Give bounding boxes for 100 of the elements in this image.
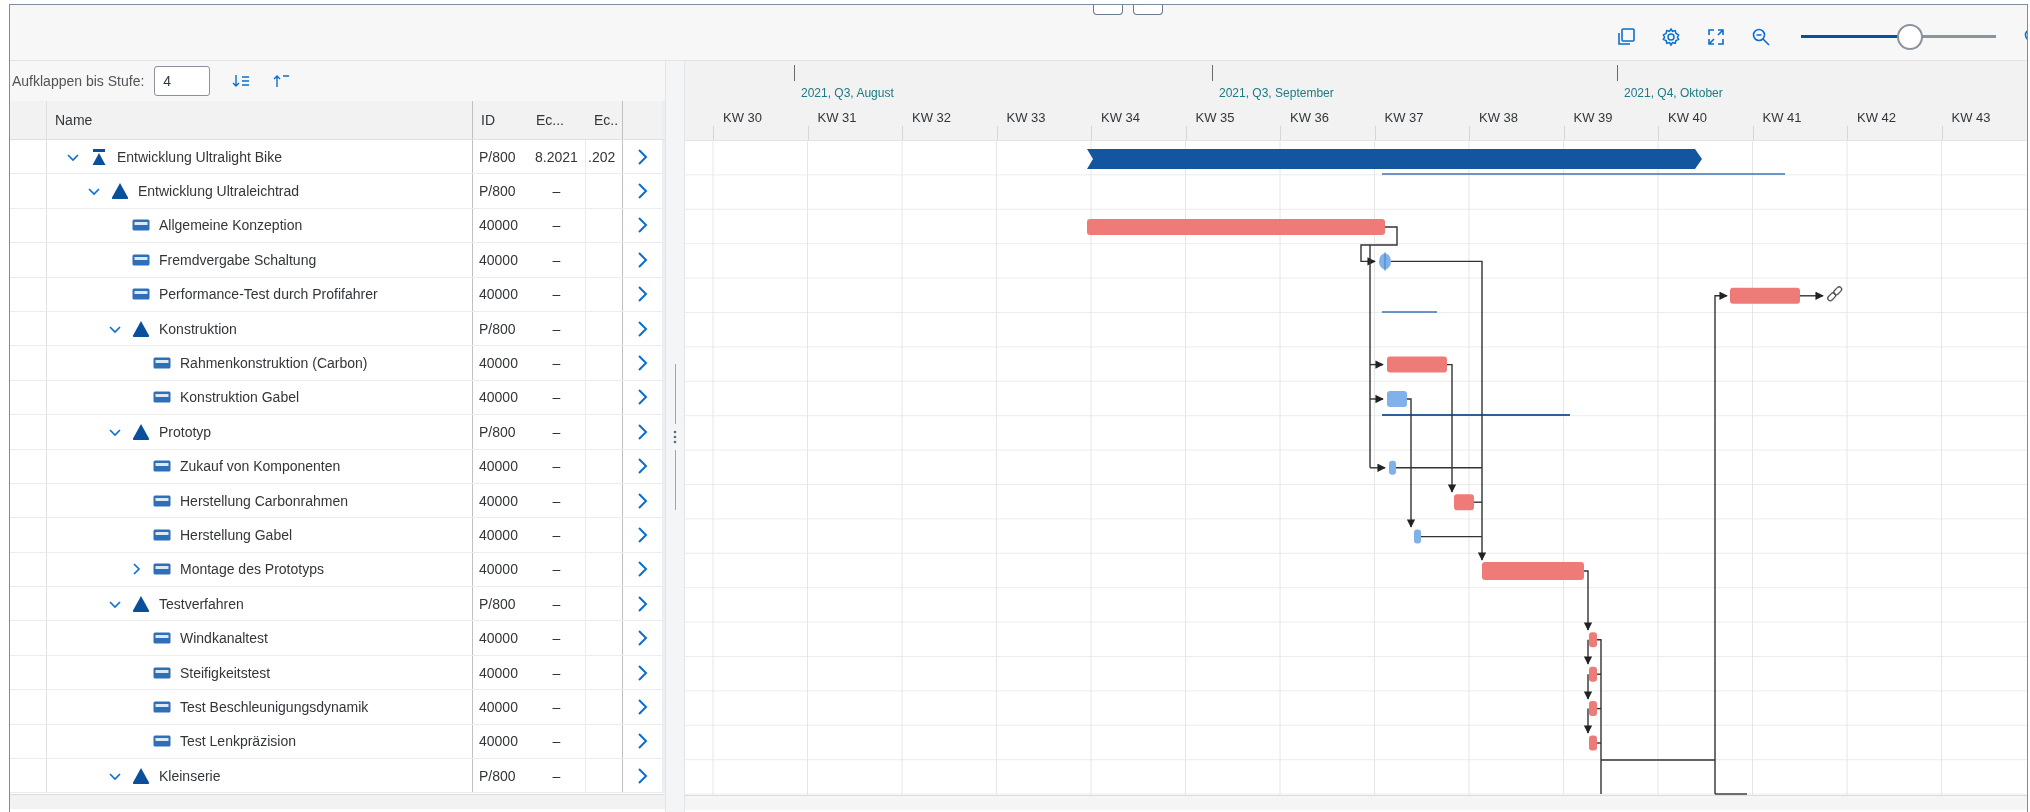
expand-level-input[interactable]: 4 (154, 66, 211, 96)
table-cell: 40000 (479, 492, 518, 509)
table-cell: – (552, 561, 561, 578)
navigate-icon[interactable] (636, 147, 649, 166)
table-cell: – (552, 698, 561, 715)
navigate-icon[interactable] (636, 182, 649, 201)
navigate-icon[interactable] (636, 663, 649, 682)
task-name: Steifigkeitstest (180, 664, 271, 681)
week-label: KW 30 (723, 110, 762, 125)
table-cell: 8.2021 (535, 148, 578, 165)
navigate-icon[interactable] (636, 732, 649, 751)
slider-handle[interactable] (1897, 23, 1924, 50)
settings-icon[interactable] (1661, 26, 1681, 47)
table-cell: – (552, 492, 561, 509)
panel-handle-button[interactable] (1133, 5, 1163, 15)
task-name: Fremdvergabe Schaltung (159, 251, 317, 268)
task-bar[interactable] (1589, 701, 1597, 717)
week-label: KW 43 (1951, 110, 1991, 125)
table-cell: – (552, 630, 561, 647)
table-cell: 40000 (479, 561, 518, 578)
month-label: 2021, Q3, August (801, 86, 894, 100)
expand-all-icon[interactable] (232, 73, 251, 89)
navigate-icon[interactable] (636, 354, 649, 373)
column-header[interactable]: ID (472, 101, 528, 139)
task-name: Windkanaltest (180, 630, 268, 647)
navigate-icon[interactable] (636, 422, 649, 441)
navigate-icon[interactable] (636, 766, 649, 785)
baseline-line (1381, 311, 1438, 313)
task-name: Herstellung Carbonrahmen (180, 492, 349, 509)
navigate-icon[interactable] (636, 491, 649, 510)
task-name: Entwicklung Ultralight Bike (117, 148, 282, 165)
table-cell: – (552, 251, 561, 268)
week-label: KW 31 (817, 110, 857, 125)
table-cell: – (552, 767, 561, 784)
column-header[interactable]: Ec... (528, 101, 586, 139)
horizontal-scrollbar[interactable] (10, 794, 665, 809)
link-icon[interactable] (1826, 285, 1844, 303)
week-label: KW 32 (912, 110, 951, 125)
navigate-icon[interactable] (636, 319, 649, 338)
horizontal-scrollbar[interactable] (685, 795, 2027, 810)
fullscreen-icon[interactable] (1706, 26, 1726, 47)
table-cell: – (552, 664, 561, 681)
table-cell: P/800 (479, 320, 516, 337)
navigate-icon[interactable] (636, 560, 649, 579)
table-cell: 40000 (479, 527, 518, 543)
zoom-out-icon[interactable] (1751, 26, 1771, 47)
navigate-icon[interactable] (636, 457, 649, 476)
table-cell: 40000 (479, 355, 518, 372)
table-cell: 40000 (479, 664, 518, 681)
week-label: KW 41 (1762, 110, 1802, 125)
week-label: KW 40 (1668, 110, 1707, 125)
table-cell: – (552, 320, 561, 337)
table-cell: – (552, 389, 561, 406)
chevron-down-icon[interactable] (88, 185, 100, 198)
task-bar[interactable] (1589, 632, 1597, 648)
navigate-icon[interactable] (636, 697, 649, 716)
task-name: Performance-Test durch Profifahrer (159, 286, 378, 303)
table-cell: – (552, 423, 561, 440)
table-cell: 40000 (479, 630, 518, 647)
column-header[interactable]: Ec.. (586, 101, 623, 139)
task-name: Rahmenkonstruktion (Carbon) (180, 355, 368, 372)
navigate-icon[interactable] (636, 594, 649, 613)
week-label: KW 39 (1573, 110, 1613, 125)
panel-handle-button[interactable] (1093, 5, 1123, 15)
week-label: KW 42 (1857, 110, 1896, 125)
task-name: Entwicklung Ultraleichtrad (138, 183, 300, 200)
week-label: KW 33 (1006, 110, 1046, 125)
table-cell: – (552, 183, 561, 200)
task-name: Test Beschleunigungsdynamik (180, 698, 369, 715)
task-name: Montage des Prototyps (180, 561, 324, 578)
table-cell: 40000 (479, 286, 518, 303)
table-cell: – (552, 355, 561, 372)
milestone-marker[interactable] (1379, 251, 1391, 271)
table-cell: .202 (588, 148, 616, 165)
week-label: KW 34 (1101, 110, 1140, 125)
splitter-grip-icon[interactable] (673, 429, 677, 444)
zoom-slider[interactable] (1801, 22, 1996, 51)
navigate-icon[interactable] (636, 216, 649, 235)
navigate-icon[interactable] (636, 629, 649, 648)
navigate-icon[interactable] (636, 388, 649, 407)
copy-icon[interactable] (1616, 26, 1636, 47)
table-cell: P/800 (479, 183, 516, 200)
table-cell: P/800 (479, 595, 516, 612)
month-label: 2021, Q3, September (1219, 86, 1334, 100)
column-header[interactable]: Name (47, 101, 472, 139)
chevron-right-icon[interactable] (130, 563, 142, 576)
table-cell: – (552, 733, 561, 750)
table-cell: 40000 (479, 458, 518, 475)
navigate-icon[interactable] (636, 250, 649, 269)
task-bar[interactable] (1589, 735, 1597, 751)
table-cell: – (552, 286, 561, 303)
navigate-icon[interactable] (636, 285, 649, 304)
task-name: Konstruktion (159, 320, 237, 337)
week-label: KW 35 (1195, 110, 1235, 125)
task-bar[interactable] (1589, 666, 1597, 682)
week-label: KW 38 (1479, 110, 1518, 125)
table-cell: 40000 (479, 698, 518, 715)
navigate-icon[interactable] (636, 526, 649, 544)
collapse-all-icon[interactable] (272, 73, 291, 89)
week-label: KW 37 (1384, 110, 1424, 125)
